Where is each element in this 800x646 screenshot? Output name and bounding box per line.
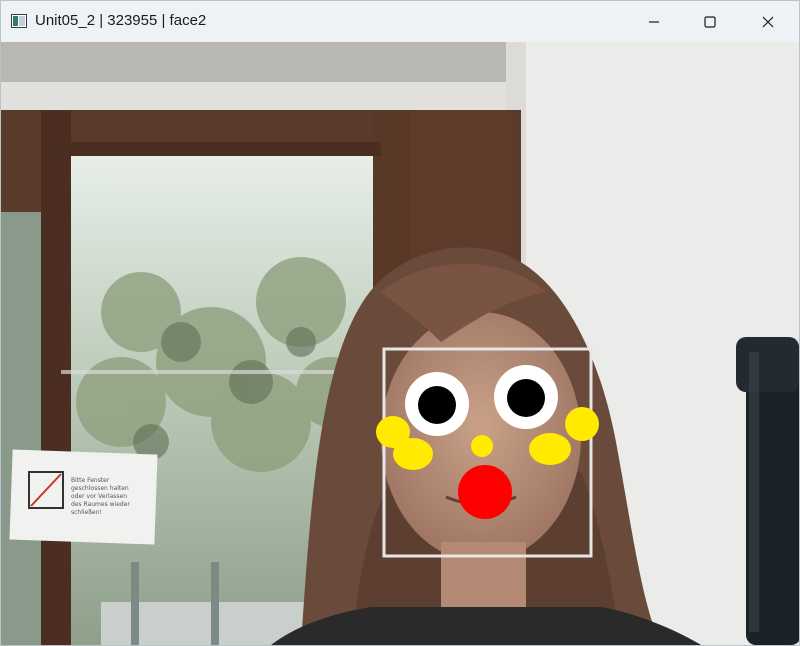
- left-eye-overlay: [405, 372, 469, 436]
- svg-text:des Raumes wieder: des Raumes wieder: [71, 501, 130, 508]
- svg-text:oder vor Verlassen: oder vor Verlassen: [71, 493, 127, 500]
- title-bar[interactable]: Unit05_2 | 323955 | face2: [1, 1, 799, 42]
- ceiling: [1, 42, 521, 112]
- window-title: Unit05_2 | 323955 | face2: [35, 12, 207, 29]
- close-button[interactable]: [739, 1, 797, 42]
- minimize-button[interactable]: [625, 1, 683, 42]
- window-app-icon: [11, 14, 27, 28]
- close-icon: [762, 16, 774, 28]
- right-eye-overlay: [494, 365, 558, 429]
- svg-text:Bitte Fenster: Bitte Fenster: [71, 477, 110, 484]
- minimize-icon: [648, 16, 660, 28]
- red-nose-overlay: [458, 465, 512, 519]
- maximize-icon: [704, 15, 716, 28]
- app-window: Unit05_2 | 323955 | face2 Bitte Fenster …: [0, 0, 800, 646]
- svg-text:schließen!: schließen!: [71, 509, 102, 516]
- nose-tip-overlay: [471, 435, 493, 457]
- camera-feed: Bitte Fenster geschlossen halten oder vo…: [1, 42, 799, 645]
- svg-text:geschlossen halten: geschlossen halten: [71, 485, 129, 492]
- window-sign: Bitte Fenster geschlossen halten oder vo…: [9, 449, 158, 545]
- maximize-button[interactable]: [681, 1, 739, 42]
